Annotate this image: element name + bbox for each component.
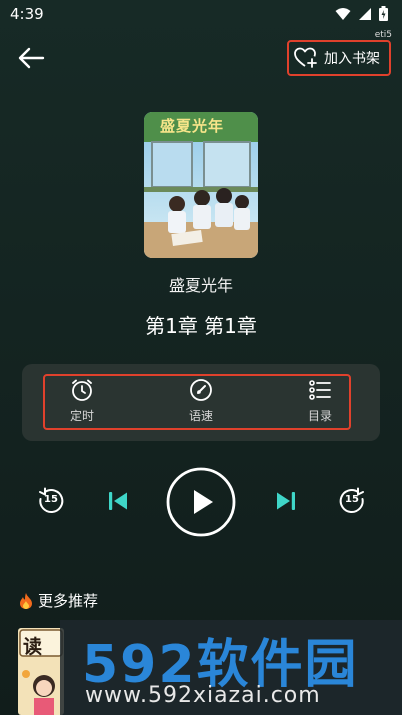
list-icon — [309, 380, 331, 400]
recommend-thumb-text: 读 — [23, 636, 43, 658]
forward-15-button[interactable]: 15 — [337, 486, 367, 516]
status-bar: 4:39 — [0, 0, 402, 28]
speed-button[interactable]: 语速 — [171, 378, 231, 430]
add-to-shelf-button[interactable]: 加入书架 — [287, 40, 391, 76]
recommend-book-thumbnail[interactable]: 读 — [18, 628, 64, 715]
catalog-button[interactable]: 目录 — [290, 378, 350, 430]
carrier-label: eti5 — [374, 30, 392, 40]
book-cover: 盛夏光年 — [144, 112, 258, 258]
arrow-left-icon — [18, 47, 45, 69]
status-time: 4:39 — [10, 5, 44, 23]
signal-icon — [359, 7, 371, 20]
play-button[interactable] — [166, 467, 236, 537]
recommend-title-text: 更多推荐 — [38, 592, 99, 610]
skip-previous-icon — [109, 492, 127, 510]
rewind-seconds: 15 — [44, 494, 58, 505]
previous-chapter-button[interactable] — [103, 486, 133, 516]
cover-title-text: 盛夏光年 — [160, 117, 225, 135]
book-title: 盛夏光年 — [168, 276, 233, 295]
timer-button[interactable]: 定时 — [52, 378, 112, 430]
chapter-title: 第1章 第1章 — [145, 314, 257, 338]
speed-label: 语速 — [188, 409, 213, 423]
watermark-url: www.592xiazai.com — [85, 683, 321, 708]
catalog-label: 目录 — [307, 409, 332, 423]
battery-icon — [379, 6, 388, 21]
speed-icon — [190, 379, 212, 401]
back-button[interactable] — [14, 42, 48, 74]
forward-seconds: 15 — [345, 494, 359, 505]
skip-next-icon — [277, 492, 295, 510]
recommend-title: 更多推荐 — [18, 590, 98, 611]
fire-icon — [20, 592, 32, 609]
rewind-15-button[interactable]: 15 — [36, 486, 66, 516]
play-icon — [166, 467, 236, 537]
status-icons — [335, 6, 388, 21]
heart-plus-icon — [294, 47, 317, 68]
timer-icon — [72, 379, 92, 401]
next-chapter-button[interactable] — [271, 486, 301, 516]
add-to-shelf-label: 加入书架 — [324, 51, 380, 67]
timer-label: 定时 — [69, 409, 94, 423]
wifi-icon — [335, 7, 351, 20]
